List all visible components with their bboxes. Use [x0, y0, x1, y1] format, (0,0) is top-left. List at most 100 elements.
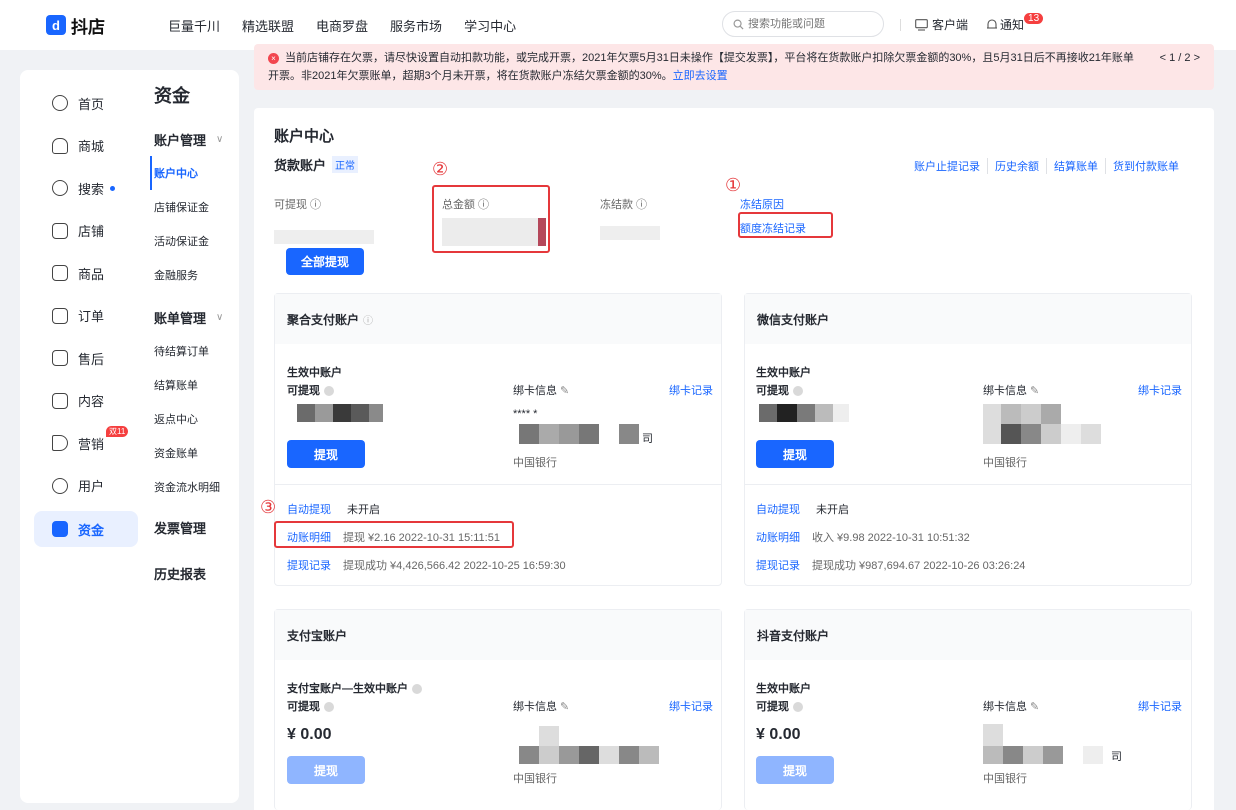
sidebar-item-user[interactable]: 用户 [34, 465, 138, 508]
goods-icon [52, 265, 68, 282]
alert-setting-link[interactable]: 立即去设置 [673, 70, 728, 82]
blurred-amount [759, 404, 849, 422]
bind-record-link[interactable]: 绑卡记录 [669, 698, 713, 714]
auto-withdraw-status: 未开启 [816, 504, 849, 516]
subnav-account-center[interactable]: 账户中心 [150, 156, 234, 190]
subnav-rebate-center[interactable]: 返点中心 [154, 402, 234, 436]
link-stop-withdraw-record[interactable]: 账户止提记录 [907, 158, 987, 174]
search-chart-icon [52, 180, 68, 197]
edit-icon[interactable]: ✎ [557, 385, 569, 397]
bank-name: 中国银行 [513, 457, 557, 469]
logo-text: 抖店 [71, 17, 105, 37]
group-invoice-mgmt[interactable]: 发票管理 [154, 504, 234, 550]
account-links: 账户止提记录 历史余额 结算账单 货到付款账单 [907, 158, 1186, 174]
divider [745, 484, 1191, 485]
withdrawable-text: 可提现 [287, 701, 320, 713]
sidebar-item-search[interactable]: 搜索 [34, 167, 138, 210]
user-icon [52, 477, 68, 494]
help-icon [324, 702, 334, 713]
client-link[interactable]: 客户端 [932, 16, 968, 33]
top-nav-item[interactable]: 服务市场 [390, 16, 442, 35]
sidebar-item-content[interactable]: 内容 [34, 380, 138, 423]
bind-record-link[interactable]: 绑卡记录 [669, 382, 713, 398]
bind-record-link[interactable]: 绑卡记录 [1138, 698, 1182, 714]
blurred-card-info [519, 726, 659, 764]
bind-record-link[interactable]: 绑卡记录 [1138, 382, 1182, 398]
withdraw-all-button[interactable]: 全部提现 [286, 248, 364, 275]
chevron-down-icon: ∨ [216, 133, 224, 145]
search-input[interactable] [748, 18, 868, 30]
sidebar-item-marketing[interactable]: 营销 双11 [34, 422, 138, 465]
freeze-reason-link[interactable]: 冻结原因 [740, 196, 806, 212]
sidebar-item-aftersale[interactable]: 售后 [34, 337, 138, 380]
notify-link[interactable]: 通知 [1000, 16, 1024, 33]
primary-nav: 首页 商城 搜索 店铺 商品 订单 售后 内容 营销 双11 用户 资金 [34, 82, 138, 547]
desktop-client-icon [915, 18, 928, 31]
link-history-balance[interactable]: 历史余额 [987, 158, 1046, 174]
sidebar-item-goods[interactable]: 商品 [34, 252, 138, 295]
transaction-detail-link[interactable]: 动账明细 [756, 529, 800, 545]
help-icon [793, 386, 803, 397]
double11-badge: 双11 [106, 426, 129, 437]
subnav-settlement-bill[interactable]: 结算账单 [154, 368, 234, 402]
secondary-nav: 资金 账户管理 ∨ 账户中心 店铺保证金 活动保证金 金融服务 账单管理 ∨ 待结算… [150, 80, 234, 596]
sidebar-item-label: 首页 [78, 96, 105, 112]
search-box[interactable] [722, 11, 884, 37]
help-icon [412, 684, 422, 695]
shop-icon [52, 222, 68, 239]
withdraw-button[interactable]: 提现 [756, 440, 834, 468]
card-title: 支付宝账户 [275, 610, 721, 660]
invoice-alert: × 当前店铺存在欠票，请尽快设置自动扣款功能，或完成开票，2021年欠票5月31日… [254, 44, 1214, 90]
aftersale-icon [52, 350, 68, 367]
new-dot [110, 185, 116, 191]
withdraw-button[interactable]: 提现 [287, 440, 365, 468]
subnav-shop-deposit[interactable]: 店铺保证金 [154, 190, 234, 224]
withdrawable-label: 可提现 [287, 382, 334, 398]
top-nav-item[interactable]: 巨量千川 [168, 16, 220, 35]
top-nav-item[interactable]: 学习中心 [464, 16, 516, 35]
withdraw-button[interactable]: 提现 [287, 756, 365, 784]
auto-withdraw-link[interactable]: 自动提现 [756, 501, 800, 517]
annotation-circle-2: ② [432, 159, 449, 179]
bind-info-label: 绑卡信息 ✎ [983, 698, 1039, 714]
subnav-fund-bill[interactable]: 资金账单 [154, 436, 234, 470]
subnav-fund-flow[interactable]: 资金流水明细 [154, 470, 234, 504]
help-icon: ⓘ [307, 199, 322, 211]
withdrawable-label: 可提现 [756, 382, 803, 398]
link-settlement-bill[interactable]: 结算账单 [1046, 158, 1105, 174]
subnav-finance-service[interactable]: 金融服务 [154, 258, 234, 292]
top-nav-item[interactable]: 精选联盟 [242, 16, 294, 35]
edit-icon[interactable]: ✎ [1027, 701, 1039, 713]
withdraw-record-link[interactable]: 提现记录 [756, 557, 800, 573]
annotation-box-total [432, 185, 550, 253]
alert-pager[interactable]: < 1 / 2 > [1160, 49, 1200, 67]
group-history-report[interactable]: 历史报表 [154, 550, 234, 596]
sidebar-item-fund[interactable]: 资金 [34, 511, 138, 547]
notify-count-badge: 13 [1024, 13, 1044, 24]
blurred-card-info [519, 424, 639, 444]
top-nav-item[interactable]: 电商罗盘 [316, 16, 368, 35]
subnav-pending-orders[interactable]: 待结算订单 [154, 334, 234, 368]
sidebar-item-shop[interactable]: 店铺 [34, 210, 138, 253]
help-icon: ⓘ [633, 199, 648, 211]
top-right-actions: 客户端 通知 13 [900, 13, 1044, 33]
sidebar-item-order[interactable]: 订单 [34, 295, 138, 338]
auto-withdraw-link[interactable]: 自动提现 [287, 501, 331, 517]
metric-withdrawable: 可提现 ⓘ [274, 196, 374, 244]
sidebar-item-mall[interactable]: 商城 [34, 125, 138, 168]
metric-frozen: 冻结款 ⓘ [600, 196, 660, 240]
group-account-mgmt[interactable]: 账户管理 ∨ [154, 122, 234, 156]
withdrawable-amount: ¥ 0.00 [756, 726, 801, 743]
bind-info-label: 绑卡信息 ✎ [513, 382, 569, 398]
annotation-circle-1: ① [725, 175, 742, 195]
withdraw-button[interactable]: 提现 [756, 756, 834, 784]
subnav-activity-deposit[interactable]: 活动保证金 [154, 224, 234, 258]
link-cod-bill[interactable]: 货到付款账单 [1105, 158, 1186, 174]
sidebar-item-home[interactable]: 首页 [34, 82, 138, 125]
withdraw-record-link[interactable]: 提现记录 [287, 557, 331, 573]
edit-icon[interactable]: ✎ [557, 701, 569, 713]
logo[interactable]: d 抖店 [46, 13, 168, 38]
group-bill-mgmt[interactable]: 账单管理 ∨ [154, 300, 234, 334]
edit-icon[interactable]: ✎ [1027, 385, 1039, 397]
blurred-amount [297, 404, 383, 422]
